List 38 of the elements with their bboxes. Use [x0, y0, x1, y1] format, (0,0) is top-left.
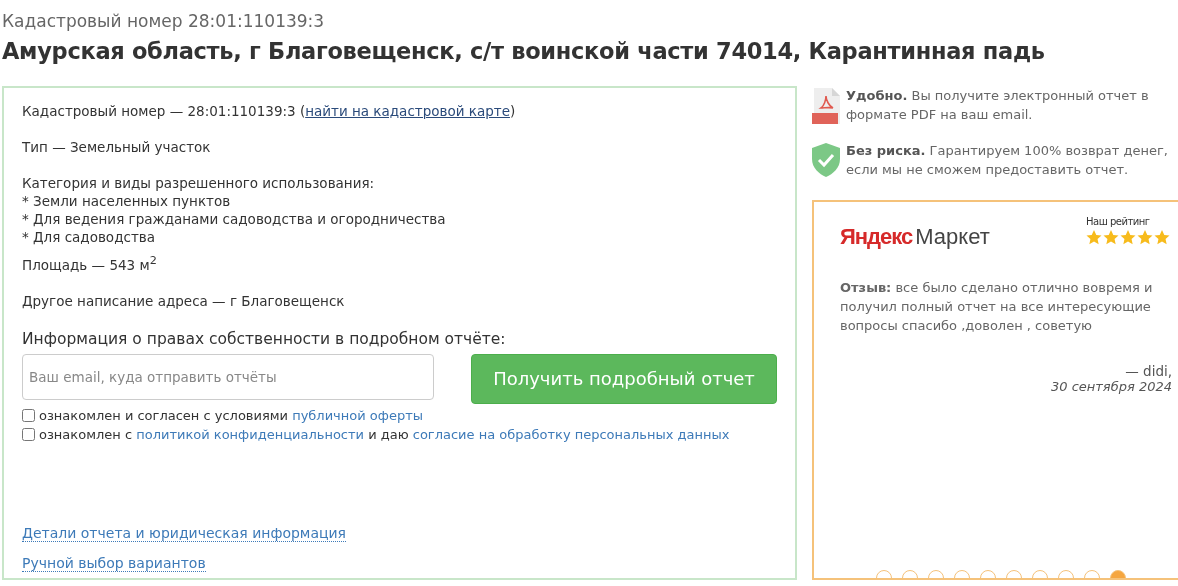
star-icon [1154, 230, 1170, 245]
review-author: — didi, [1124, 363, 1173, 379]
agreement-text: ознакомлен и согласен с условиями публичной оферты [39, 407, 423, 423]
type-line: Тип — Земельный участок [22, 138, 212, 156]
alt-address: Другое написание адреса — г Благовещенск [22, 291, 346, 310]
page-subtitle: Кадастровый номер 28:01:110139:3 [2, 10, 326, 32]
star-icon [1137, 230, 1153, 245]
footer-link[interactable]: Ручной выбор вариантов [22, 555, 206, 572]
footer-link[interactable]: Детали отчета и юридическая информация [22, 525, 347, 542]
email-field[interactable]: Ваш email, куда отправить отчёты [22, 353, 434, 400]
checkbox[interactable] [22, 427, 35, 441]
category-title: Категория и виды разрешенного использования: [22, 174, 376, 192]
order-heading: Информация о правах собственности в подробном отчёте: [22, 329, 507, 348]
brand-logo-text: Яндекс [840, 224, 913, 249]
cadastral-line: Кадастровый номер — 28:01:110139:3 (найти на кадастровой карте) [22, 102, 517, 120]
category-item: * Для ведения гражданами садоводства и огородничества [22, 210, 447, 228]
agreement-text: ознакомлен с политикой конфиденциальности и даю согласие на обработку персональных данных [39, 426, 730, 442]
category-item: * Для садоводства [22, 228, 156, 246]
page-title: Амурская область, г Благовещенск, с/т воинской части 74014, Карантинная падь [2, 37, 1046, 66]
checkbox[interactable] [22, 408, 35, 422]
map-link[interactable]: найти на кадастровой карте [305, 103, 510, 119]
area-line: Площадь — 543 м$^{2}$ [22, 253, 158, 274]
agreement-link[interactable]: политикой конфиденциальности [136, 426, 364, 442]
category-item: * Земли населенных пунктов [22, 192, 232, 210]
star-icon [1120, 230, 1136, 245]
agreement-link[interactable]: публичной оферты [292, 407, 423, 423]
shield-check-icon [812, 143, 840, 177]
rating-label: Наш рейтинг [1086, 216, 1151, 227]
agreement-link[interactable]: согласие на обработку персональных данных [412, 426, 730, 442]
benefit-text: Без риска. Гарантируем 100% возврат денег, если мы не сможем предоставить отчет. [846, 142, 1169, 179]
star-icon [1103, 230, 1119, 245]
benefit-text: Удобно. Вы получите электронный отчет в формате PDF на ваш email. [846, 87, 1150, 124]
pdf-file-icon [812, 88, 840, 124]
brand-product-text: Маркет [915, 224, 990, 249]
get-report-button[interactable]: Получить подробный отчет [471, 353, 777, 404]
star-icon [1086, 230, 1102, 245]
review-date: 30 сентября 2024 [1049, 379, 1173, 394]
review-text: Отзыв: все было сделано отлично вовремя и получил полный отчет на все интересующие вопросы спасибо ,доволен , советую [840, 279, 1154, 335]
